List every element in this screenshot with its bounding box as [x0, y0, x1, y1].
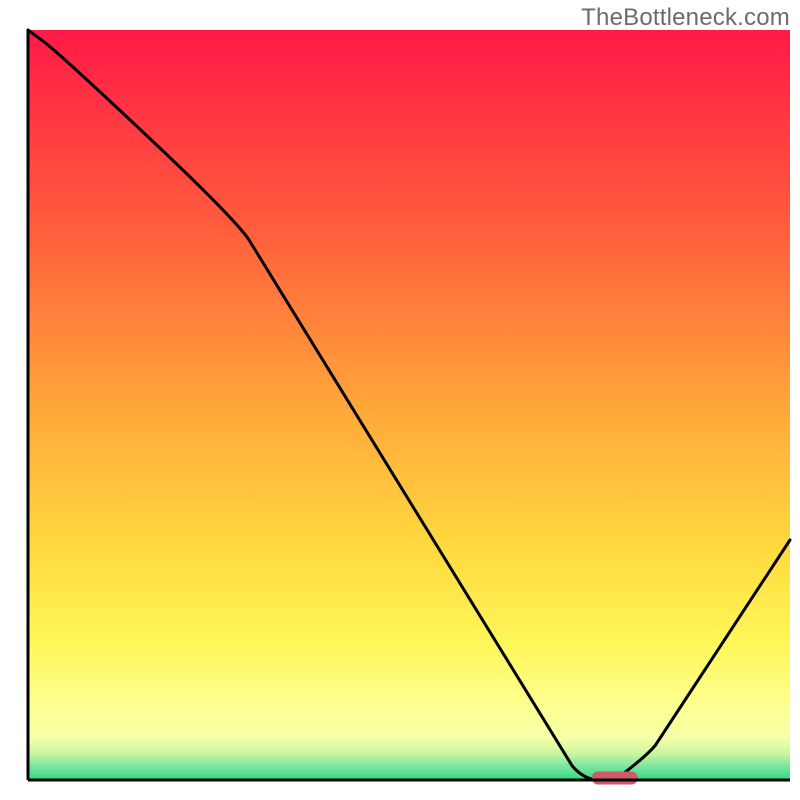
watermark-text: TheBottleneck.com — [581, 4, 790, 32]
chart-container: TheBottleneck.com — [0, 0, 800, 800]
optimum-marker — [592, 772, 638, 785]
bottleneck-curve-chart — [0, 0, 800, 800]
plot-background — [28, 30, 790, 780]
